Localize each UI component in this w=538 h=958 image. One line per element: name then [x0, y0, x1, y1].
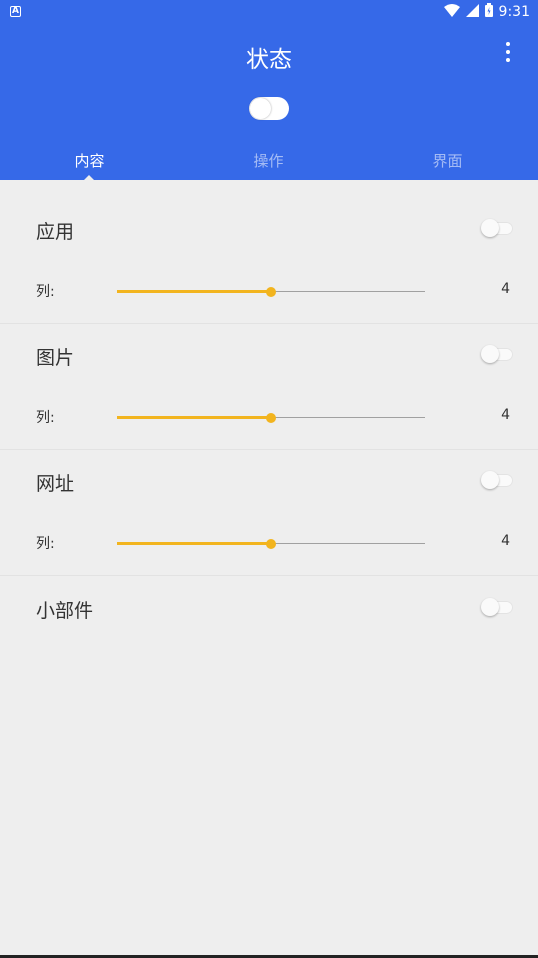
battery-icon: [484, 3, 493, 21]
columns-label: 列:: [36, 536, 55, 552]
widgets-switch[interactable]: [481, 598, 513, 617]
section-urls: 网址 列: 4: [0, 450, 538, 576]
slider-fill: [117, 290, 271, 293]
notification-icon: A: [10, 6, 21, 17]
columns-label: 列:: [36, 410, 55, 426]
wifi-icon: [443, 3, 460, 21]
switch-knob: [481, 345, 499, 363]
status-icons: 9:31: [443, 3, 530, 21]
section-title: 图片: [36, 347, 75, 369]
tab-interface[interactable]: 界面: [358, 150, 537, 171]
tab-bar: 内容 操作 界面: [0, 140, 538, 180]
columns-slider[interactable]: [117, 287, 425, 297]
apps-switch[interactable]: [481, 219, 513, 238]
section-images: 图片 列: 4: [0, 324, 538, 450]
columns-value: 4: [501, 533, 510, 549]
page-title: 状态: [246, 47, 292, 73]
app-bar: A 9:31 状态 内容 操作 界面: [0, 0, 538, 180]
columns-value: 4: [501, 407, 510, 423]
slider-thumb[interactable]: [266, 287, 276, 297]
columns-label: 列:: [36, 284, 55, 300]
urls-switch[interactable]: [481, 471, 513, 490]
more-vert-icon[interactable]: [502, 42, 514, 62]
slider-thumb[interactable]: [266, 539, 276, 549]
section-title: 小部件: [36, 600, 94, 622]
switch-knob: [481, 471, 499, 489]
switch-knob: [250, 98, 271, 119]
cell-signal-icon: [465, 3, 479, 21]
section-title: 网址: [36, 473, 75, 495]
slider-fill: [117, 416, 271, 419]
switch-knob: [481, 219, 499, 237]
tab-indicator: [84, 175, 94, 180]
columns-value: 4: [501, 281, 510, 297]
slider-thumb[interactable]: [266, 413, 276, 423]
clock: 9:31: [498, 4, 530, 20]
status-bar: A 9:31: [0, 0, 538, 24]
section-apps: 应用 列: 4: [0, 198, 538, 324]
slider-fill: [117, 542, 271, 545]
columns-slider[interactable]: [117, 413, 425, 423]
columns-slider[interactable]: [117, 539, 425, 549]
tab-content[interactable]: 内容: [0, 150, 179, 171]
images-switch[interactable]: [481, 345, 513, 364]
section-widgets: 小部件: [0, 576, 538, 636]
section-title: 应用: [36, 221, 75, 243]
switch-knob: [481, 598, 499, 616]
tab-actions[interactable]: 操作: [179, 150, 358, 171]
master-switch[interactable]: [249, 97, 289, 120]
